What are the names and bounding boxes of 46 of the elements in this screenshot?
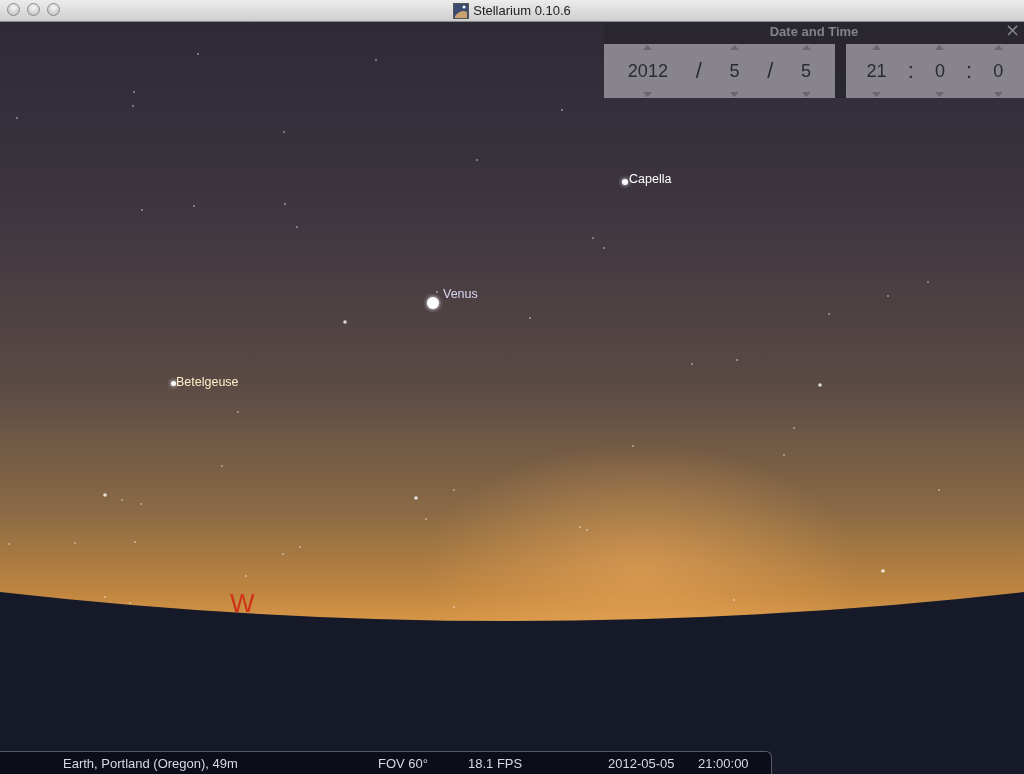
spin-up-icon[interactable] xyxy=(730,45,739,50)
window-title: Stellarium 0.10.6 xyxy=(473,3,571,18)
separator: : xyxy=(966,58,973,84)
app-icon xyxy=(453,2,470,19)
spin-down-icon[interactable] xyxy=(935,92,945,97)
date-text: 2012-05-05 xyxy=(608,755,676,771)
spin-field[interactable]: 2012 xyxy=(627,60,668,82)
cardinal-point: W xyxy=(230,588,255,619)
separator: / xyxy=(767,58,774,84)
star-dot[interactable] xyxy=(427,297,439,309)
spin-field[interactable]: 5 xyxy=(801,60,812,82)
separator: : xyxy=(907,58,914,84)
spin-up-icon[interactable] xyxy=(935,45,945,50)
star-dot[interactable] xyxy=(622,179,628,185)
spin-up-icon[interactable] xyxy=(643,45,653,50)
close-button[interactable]: × xyxy=(1004,22,1020,40)
zoom-window-button[interactable] xyxy=(47,3,60,16)
spin-field[interactable]: 0 xyxy=(993,60,1004,82)
star-dot xyxy=(414,496,418,500)
star-dot xyxy=(343,320,347,324)
close-window-button[interactable] xyxy=(7,3,20,16)
spin-field[interactable]: 21 xyxy=(866,60,887,82)
spin-down-icon[interactable] xyxy=(801,92,811,97)
spin-up-icon[interactable] xyxy=(872,45,882,50)
location-text: Earth, Portland (Oregon), 49m xyxy=(63,755,239,771)
star-dot[interactable] xyxy=(170,380,176,386)
object-label: Betelgeuse xyxy=(176,375,239,389)
star-dot xyxy=(818,383,822,387)
object-label: Venus xyxy=(443,287,478,301)
fps-text: 18.1 FPS xyxy=(468,755,524,771)
spin-down-icon[interactable] xyxy=(730,92,739,97)
time-text: 21:00:00 xyxy=(698,755,749,771)
spin-field[interactable]: 5 xyxy=(729,60,740,82)
spin-down-icon[interactable] xyxy=(993,92,1003,97)
spin-up-icon[interactable] xyxy=(801,45,811,50)
spin-up-icon[interactable] xyxy=(993,45,1003,50)
star-dot xyxy=(881,569,885,573)
minimize-window-button[interactable] xyxy=(27,3,40,16)
fov-text: FOV 60° xyxy=(378,755,429,771)
object-label: Capella xyxy=(629,172,672,186)
spin-field[interactable]: 0 xyxy=(934,60,945,82)
separator: / xyxy=(695,58,702,84)
star-dot xyxy=(103,493,107,497)
spin-down-icon[interactable] xyxy=(643,92,653,97)
dialog-title: Date and Time xyxy=(769,23,859,39)
spin-down-icon[interactable] xyxy=(872,92,882,97)
